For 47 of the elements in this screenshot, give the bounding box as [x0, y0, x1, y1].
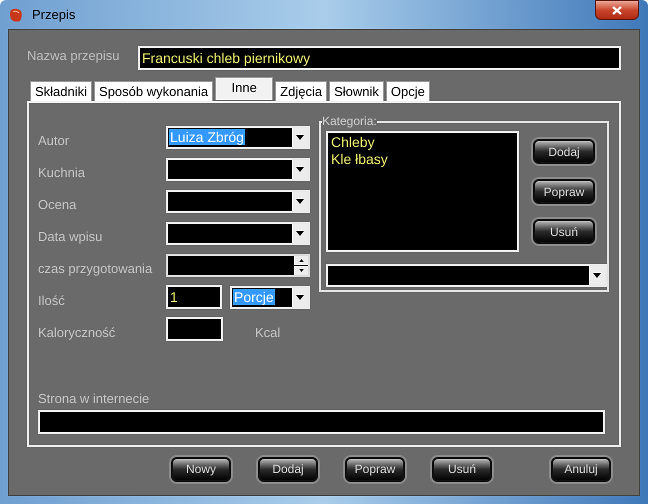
- tab[interactable]: Inne: [215, 77, 274, 100]
- list-item[interactable]: Kle łbasy: [331, 151, 514, 168]
- field-label: Nazwa przepisu: [27, 47, 120, 66]
- button[interactable]: Usuń: [533, 219, 595, 244]
- button[interactable]: Dodaj: [533, 139, 595, 164]
- spin-up-icon[interactable]: [294, 256, 308, 264]
- button[interactable]: Nowy: [171, 456, 231, 482]
- field-label: Autor: [38, 132, 70, 150]
- category-combo[interactable]: [326, 264, 607, 287]
- field-value: 1: [170, 288, 178, 306]
- field-label: Kaloryczność: [38, 324, 116, 342]
- tab[interactable]: Opcje: [386, 81, 430, 101]
- button[interactable]: Dodaj: [258, 456, 318, 482]
- spin-down-icon[interactable]: [294, 266, 308, 274]
- combo-box[interactable]: [166, 158, 310, 180]
- button[interactable]: Anuluj: [551, 456, 611, 482]
- button[interactable]: Popraw: [345, 456, 405, 482]
- close-icon: [612, 6, 622, 14]
- field-label: Ilość: [38, 292, 66, 310]
- tab[interactable]: Sposób wykonania: [94, 81, 214, 101]
- calories-field[interactable]: [166, 317, 223, 341]
- amount-field[interactable]: 1: [166, 285, 222, 309]
- field-value: Luiza Zbróg: [169, 129, 245, 145]
- field-value: Francuski chleb piernikowy: [142, 48, 310, 68]
- recipe-name-field[interactable]: Francuski chleb piernikowy: [138, 46, 621, 70]
- field-label: czas przygotowania: [38, 260, 154, 278]
- field-label: Strona w internecie: [38, 390, 150, 408]
- field-label: Data wpisu: [38, 228, 104, 246]
- tab[interactable]: Składniki: [30, 81, 92, 101]
- group-label: Kategoria:: [322, 113, 377, 129]
- website-field[interactable]: [38, 410, 605, 434]
- unit-label: Kcal: [255, 324, 280, 342]
- close-button[interactable]: [595, 0, 639, 20]
- combo-box[interactable]: [166, 222, 310, 244]
- tab[interactable]: Słownik: [329, 81, 384, 101]
- app-icon: [8, 6, 24, 22]
- combo-box[interactable]: [166, 190, 310, 212]
- window-title: Przepis: [32, 6, 76, 24]
- field-label: Ocena: [38, 196, 78, 214]
- list-item[interactable]: Chleby: [331, 134, 514, 151]
- field-label: Kuchnia: [38, 164, 86, 182]
- button[interactable]: Popraw: [533, 179, 595, 204]
- field-value: Porcje: [233, 289, 275, 305]
- spin-box[interactable]: [166, 254, 310, 276]
- button[interactable]: Usuń: [432, 456, 492, 482]
- category-list[interactable]: Chleby Kle łbasy: [326, 131, 519, 252]
- tab[interactable]: Zdjęcia: [275, 81, 328, 101]
